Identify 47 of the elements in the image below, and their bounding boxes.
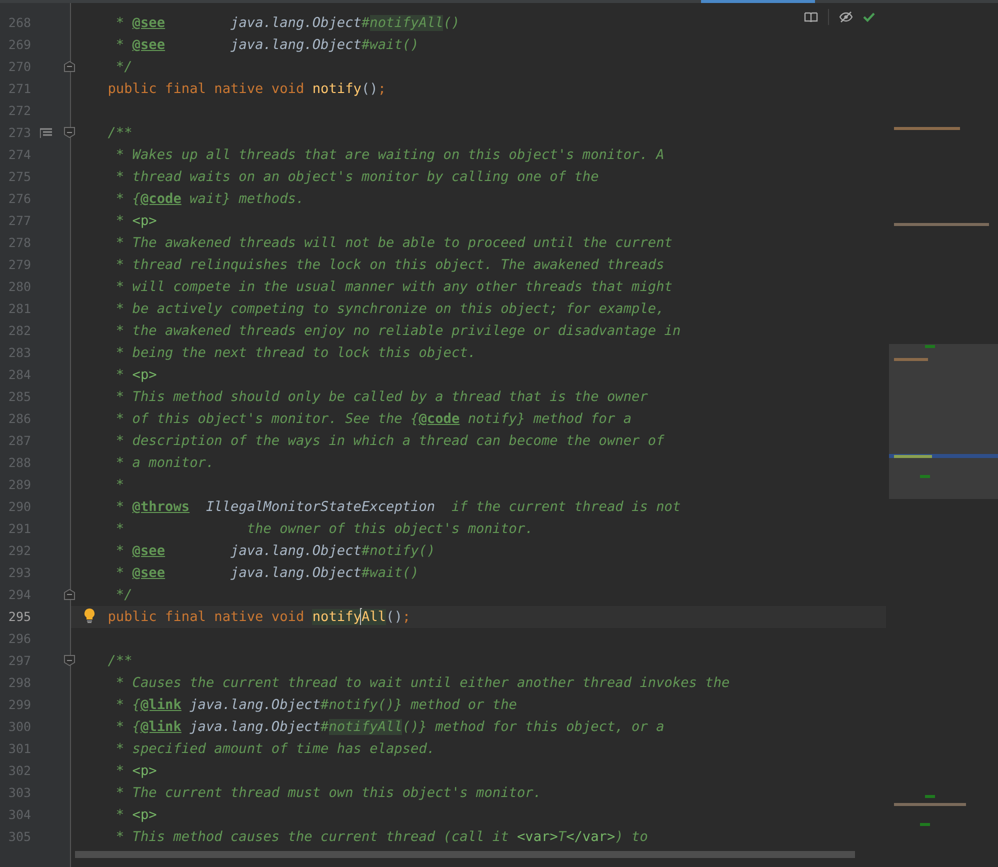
- code-line: * <p>: [114, 762, 157, 781]
- fold-icon[interactable]: [64, 61, 75, 72]
- code-line: * <p>: [114, 806, 157, 825]
- code-line: public final native void notify();: [106, 80, 386, 99]
- code-line: * of this object's monitor. See the {@code notify} method for a: [114, 410, 632, 429]
- code-line: * @see java.lang.Object#notify(): [114, 542, 436, 561]
- code-line: */: [114, 58, 132, 77]
- code-line: */: [114, 586, 132, 605]
- code-line: * will compete in the usual manner with any other threads that might: [114, 278, 672, 297]
- code-line: public final native void notifyAll();: [106, 607, 411, 627]
- code-line: * thread waits on an object's monitor by calling one of the: [114, 168, 599, 187]
- code-line: * <p>: [114, 212, 157, 231]
- code-line: * {@code wait} methods.: [114, 190, 304, 209]
- code-line: * @see java.lang.Object#wait(): [114, 564, 419, 583]
- code-line: *: [114, 476, 124, 495]
- code-line: /**: [106, 124, 132, 143]
- code-line: * specified amount of time has elapsed.: [114, 740, 436, 759]
- code-line: * @throws IllegalMonitorStateException if the current thread is not: [114, 498, 681, 517]
- code-line: * The current thread must own this object's monitor.: [114, 784, 542, 803]
- code-line: * being the next thread to lock this object.: [114, 344, 476, 363]
- code-line: * thread relinquishes the lock on this object. The awakened threads: [114, 256, 664, 275]
- code-line: * {@link java.lang.Object#notifyAll()} method for this object, or a: [114, 718, 664, 737]
- list-icon[interactable]: [40, 128, 52, 138]
- check-icon: [863, 12, 875, 22]
- code-line: * <p>: [114, 366, 157, 385]
- code-line: * be actively competing to synchronize on this object; for example,: [114, 300, 664, 319]
- fold-icon[interactable]: [64, 127, 75, 138]
- code-line: * This method should only be called by a thread that is the owner: [114, 388, 648, 407]
- book-icon[interactable]: [804, 12, 818, 22]
- code-line: * @see java.lang.Object#wait(): [114, 36, 419, 55]
- code-line: * {@link java.lang.Object#notify()} method or the: [114, 696, 517, 715]
- code-line: * The awakened threads will not be able to proceed until the current: [114, 234, 672, 253]
- code-line: /**: [106, 652, 132, 671]
- fold-icon[interactable]: [64, 655, 75, 666]
- code-line: * @see java.lang.Object#notifyAll(): [114, 14, 460, 33]
- eye-crossed-icon[interactable]: [839, 11, 853, 23]
- code-line: * description of the ways in which a thread can become the owner of: [114, 432, 664, 451]
- code-line: * the awakened threads enjoy no reliable privilege or disadvantage in: [114, 322, 681, 341]
- code-line: * Wakes up all threads that are waiting on this object's monitor. A: [114, 146, 664, 165]
- fold-icon[interactable]: [64, 589, 75, 600]
- code-line: * a monitor.: [114, 454, 214, 473]
- lightbulb-icon[interactable]: [84, 608, 95, 623]
- code-line: * Causes the current thread to wait until either another thread invokes the: [114, 674, 730, 693]
- line-number: 295: [8, 608, 31, 626]
- code-line: * the owner of this object's monitor.: [114, 520, 534, 539]
- scrollbar-thumb[interactable]: [75, 851, 855, 858]
- code-line: * This method causes the current thread (call it <var>T</var>) to: [114, 828, 648, 847]
